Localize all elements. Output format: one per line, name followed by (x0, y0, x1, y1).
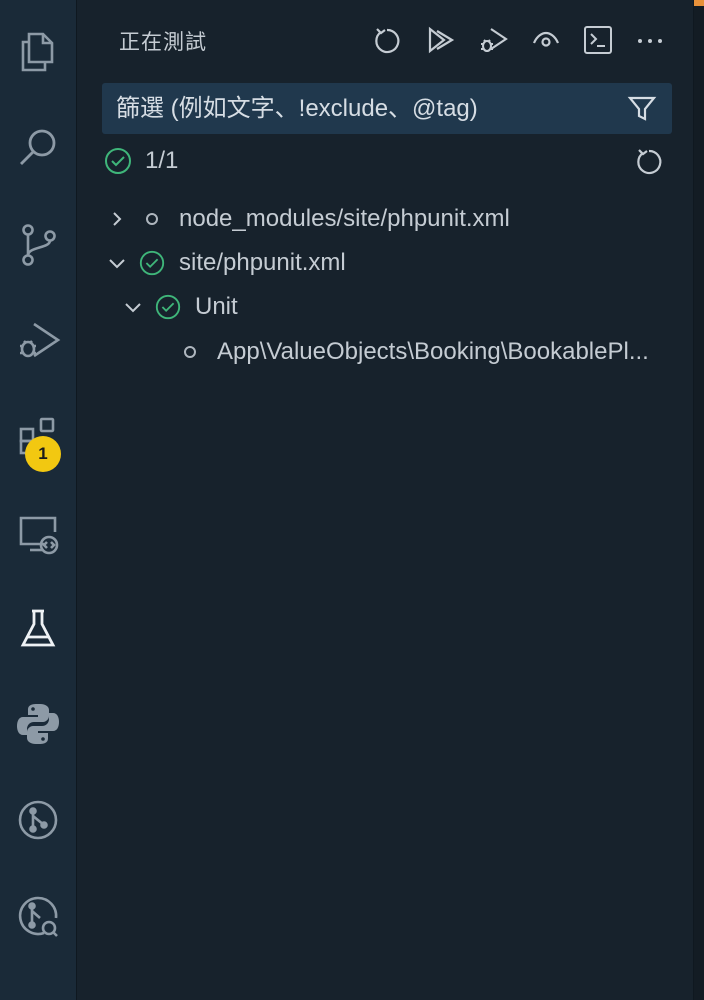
watch-icon[interactable] (528, 22, 564, 58)
tree-item-unit[interactable]: Unit (119, 285, 238, 329)
tree-item-test-case[interactable]: App\ValueObjects\Booking\BookablePl... (169, 330, 649, 374)
chevron-down-icon[interactable] (119, 293, 147, 321)
git-lens-icon[interactable] (0, 868, 76, 964)
explorer-icon[interactable] (0, 4, 76, 100)
unset-status-icon (175, 337, 205, 367)
passed-status-icon (153, 292, 183, 322)
python-icon[interactable] (0, 676, 76, 772)
extensions-badge: 1 (25, 436, 61, 472)
activity-bar: 1 (0, 0, 77, 1000)
run-all-icon[interactable] (423, 22, 459, 58)
tree-item-label: Unit (195, 293, 238, 320)
filter-icon[interactable] (620, 87, 664, 131)
test-summary: 1/1 (103, 145, 178, 177)
panel-title: 正在測試 (119, 31, 207, 54)
more-icon[interactable] (632, 22, 668, 58)
filter-box (102, 82, 672, 135)
run-debug-icon[interactable] (0, 292, 76, 388)
tree-item-node-modules[interactable]: node_modules/site/phpunit.xml (103, 197, 510, 241)
filter-input[interactable] (102, 82, 620, 135)
unset-status-icon (137, 204, 167, 234)
tree-item-site-phpunit[interactable]: site/phpunit.xml (103, 241, 346, 285)
chevron-down-icon[interactable] (103, 249, 131, 277)
git-graph-icon[interactable] (0, 772, 76, 868)
summary-count: 1/1 (145, 147, 179, 174)
testing-icon[interactable] (0, 580, 76, 676)
source-control-icon[interactable] (0, 196, 76, 292)
passed-icon (105, 148, 131, 174)
editor-edge (693, 0, 704, 1000)
chevron-right-icon[interactable] (103, 205, 131, 233)
passed-status-icon (137, 248, 167, 278)
refresh-icon[interactable] (370, 22, 406, 58)
terminal-icon[interactable] (580, 22, 616, 58)
remote-explorer-icon[interactable] (0, 484, 76, 580)
rerun-icon[interactable] (632, 143, 668, 179)
tree-item-label: site/phpunit.xml (179, 249, 346, 276)
debug-all-icon[interactable] (475, 22, 511, 58)
tree-item-label: App\ValueObjects\Booking\BookablePl... (217, 338, 649, 365)
search-icon[interactable] (0, 100, 76, 196)
testing-panel: 正在測試 篩選 (例如文字、!exclude、@tag) 1/1 node_mo… (77, 0, 694, 1000)
tree-item-label: node_modules/site/phpunit.xml (179, 205, 510, 232)
